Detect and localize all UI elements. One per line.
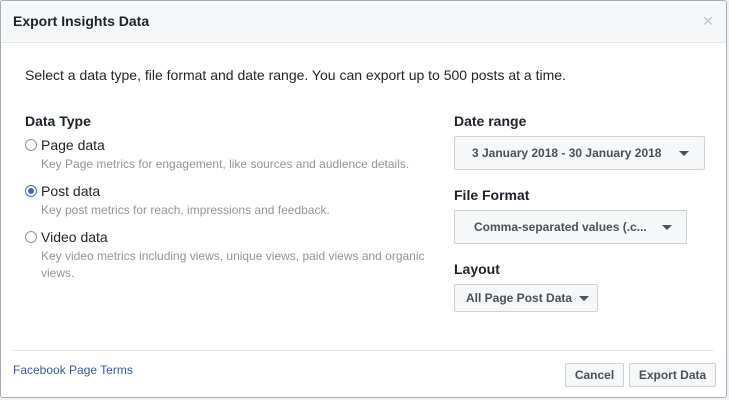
video-data-radio[interactable] (25, 231, 37, 243)
chevron-down-icon (679, 151, 689, 156)
layout-label: Layout (454, 261, 500, 277)
option-title: Video data (41, 229, 108, 245)
file-format-value: Comma-separated values (.c... (474, 220, 647, 234)
date-range-label: Date range (454, 113, 527, 129)
cancel-button[interactable]: Cancel (565, 363, 624, 387)
option-post-data[interactable]: Post data Key post metrics for reach, im… (25, 183, 445, 219)
dialog-header: Export Insights Data × (1, 1, 726, 43)
option-title: Post data (41, 183, 101, 199)
data-type-label: Data Type (25, 113, 91, 129)
chevron-down-icon (579, 296, 589, 301)
dialog-title: Export Insights Data (13, 13, 150, 29)
file-format-selector[interactable]: Comma-separated values (.c... (454, 210, 687, 244)
option-description: Key video metrics including views, uniqu… (41, 249, 425, 280)
export-data-button[interactable]: Export Data (629, 363, 716, 387)
option-video-data[interactable]: Video data Key video metrics including v… (25, 229, 445, 283)
footer-divider (13, 350, 714, 351)
export-insights-dialog: Export Insights Data × Select a data typ… (0, 0, 727, 398)
dialog-intro-text: Select a data type, file format and date… (25, 67, 566, 83)
option-title: Page data (41, 137, 105, 153)
file-format-label: File Format (454, 187, 530, 203)
layout-selector[interactable]: All Page Post Data (454, 284, 598, 312)
post-data-radio[interactable] (25, 185, 37, 197)
date-range-value: 3 January 2018 - 30 January 2018 (472, 146, 662, 160)
option-description: Key post metrics for reach, impressions … (41, 203, 330, 217)
facebook-page-terms-link[interactable]: Facebook Page Terms (13, 363, 133, 377)
page-data-radio[interactable] (25, 139, 37, 151)
option-page-data[interactable]: Page data Key Page metrics for engagemen… (25, 137, 445, 173)
chevron-down-icon (662, 225, 672, 230)
close-icon[interactable]: × (700, 10, 716, 32)
option-description: Key Page metrics for engagement, like so… (41, 157, 410, 171)
date-range-selector[interactable]: 3 January 2018 - 30 January 2018 (454, 136, 705, 170)
layout-value: All Page Post Data (466, 291, 573, 305)
